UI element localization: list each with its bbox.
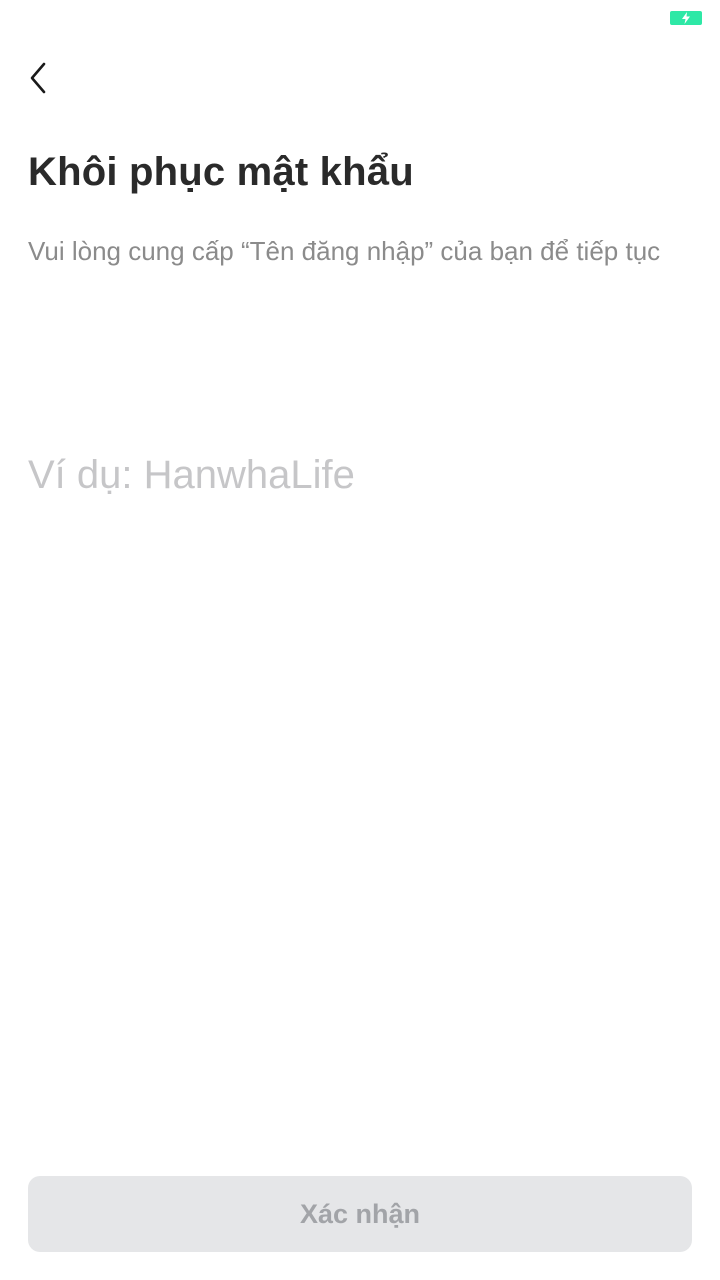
forgot-password-screen: Khôi phục mật khẩu Vui lòng cung cấp “Tê…	[0, 0, 720, 1280]
confirm-button[interactable]: Xác nhận	[28, 1176, 692, 1252]
page-subtitle: Vui lòng cung cấp “Tên đăng nhập” của bạ…	[28, 236, 661, 266]
page-title: Khôi phục mật khẩu	[28, 150, 414, 194]
status-bar	[0, 0, 720, 40]
battery-charging-icon	[670, 11, 702, 25]
username-input[interactable]	[28, 445, 692, 505]
chevron-left-icon	[30, 62, 46, 94]
back-button[interactable]	[28, 56, 72, 100]
